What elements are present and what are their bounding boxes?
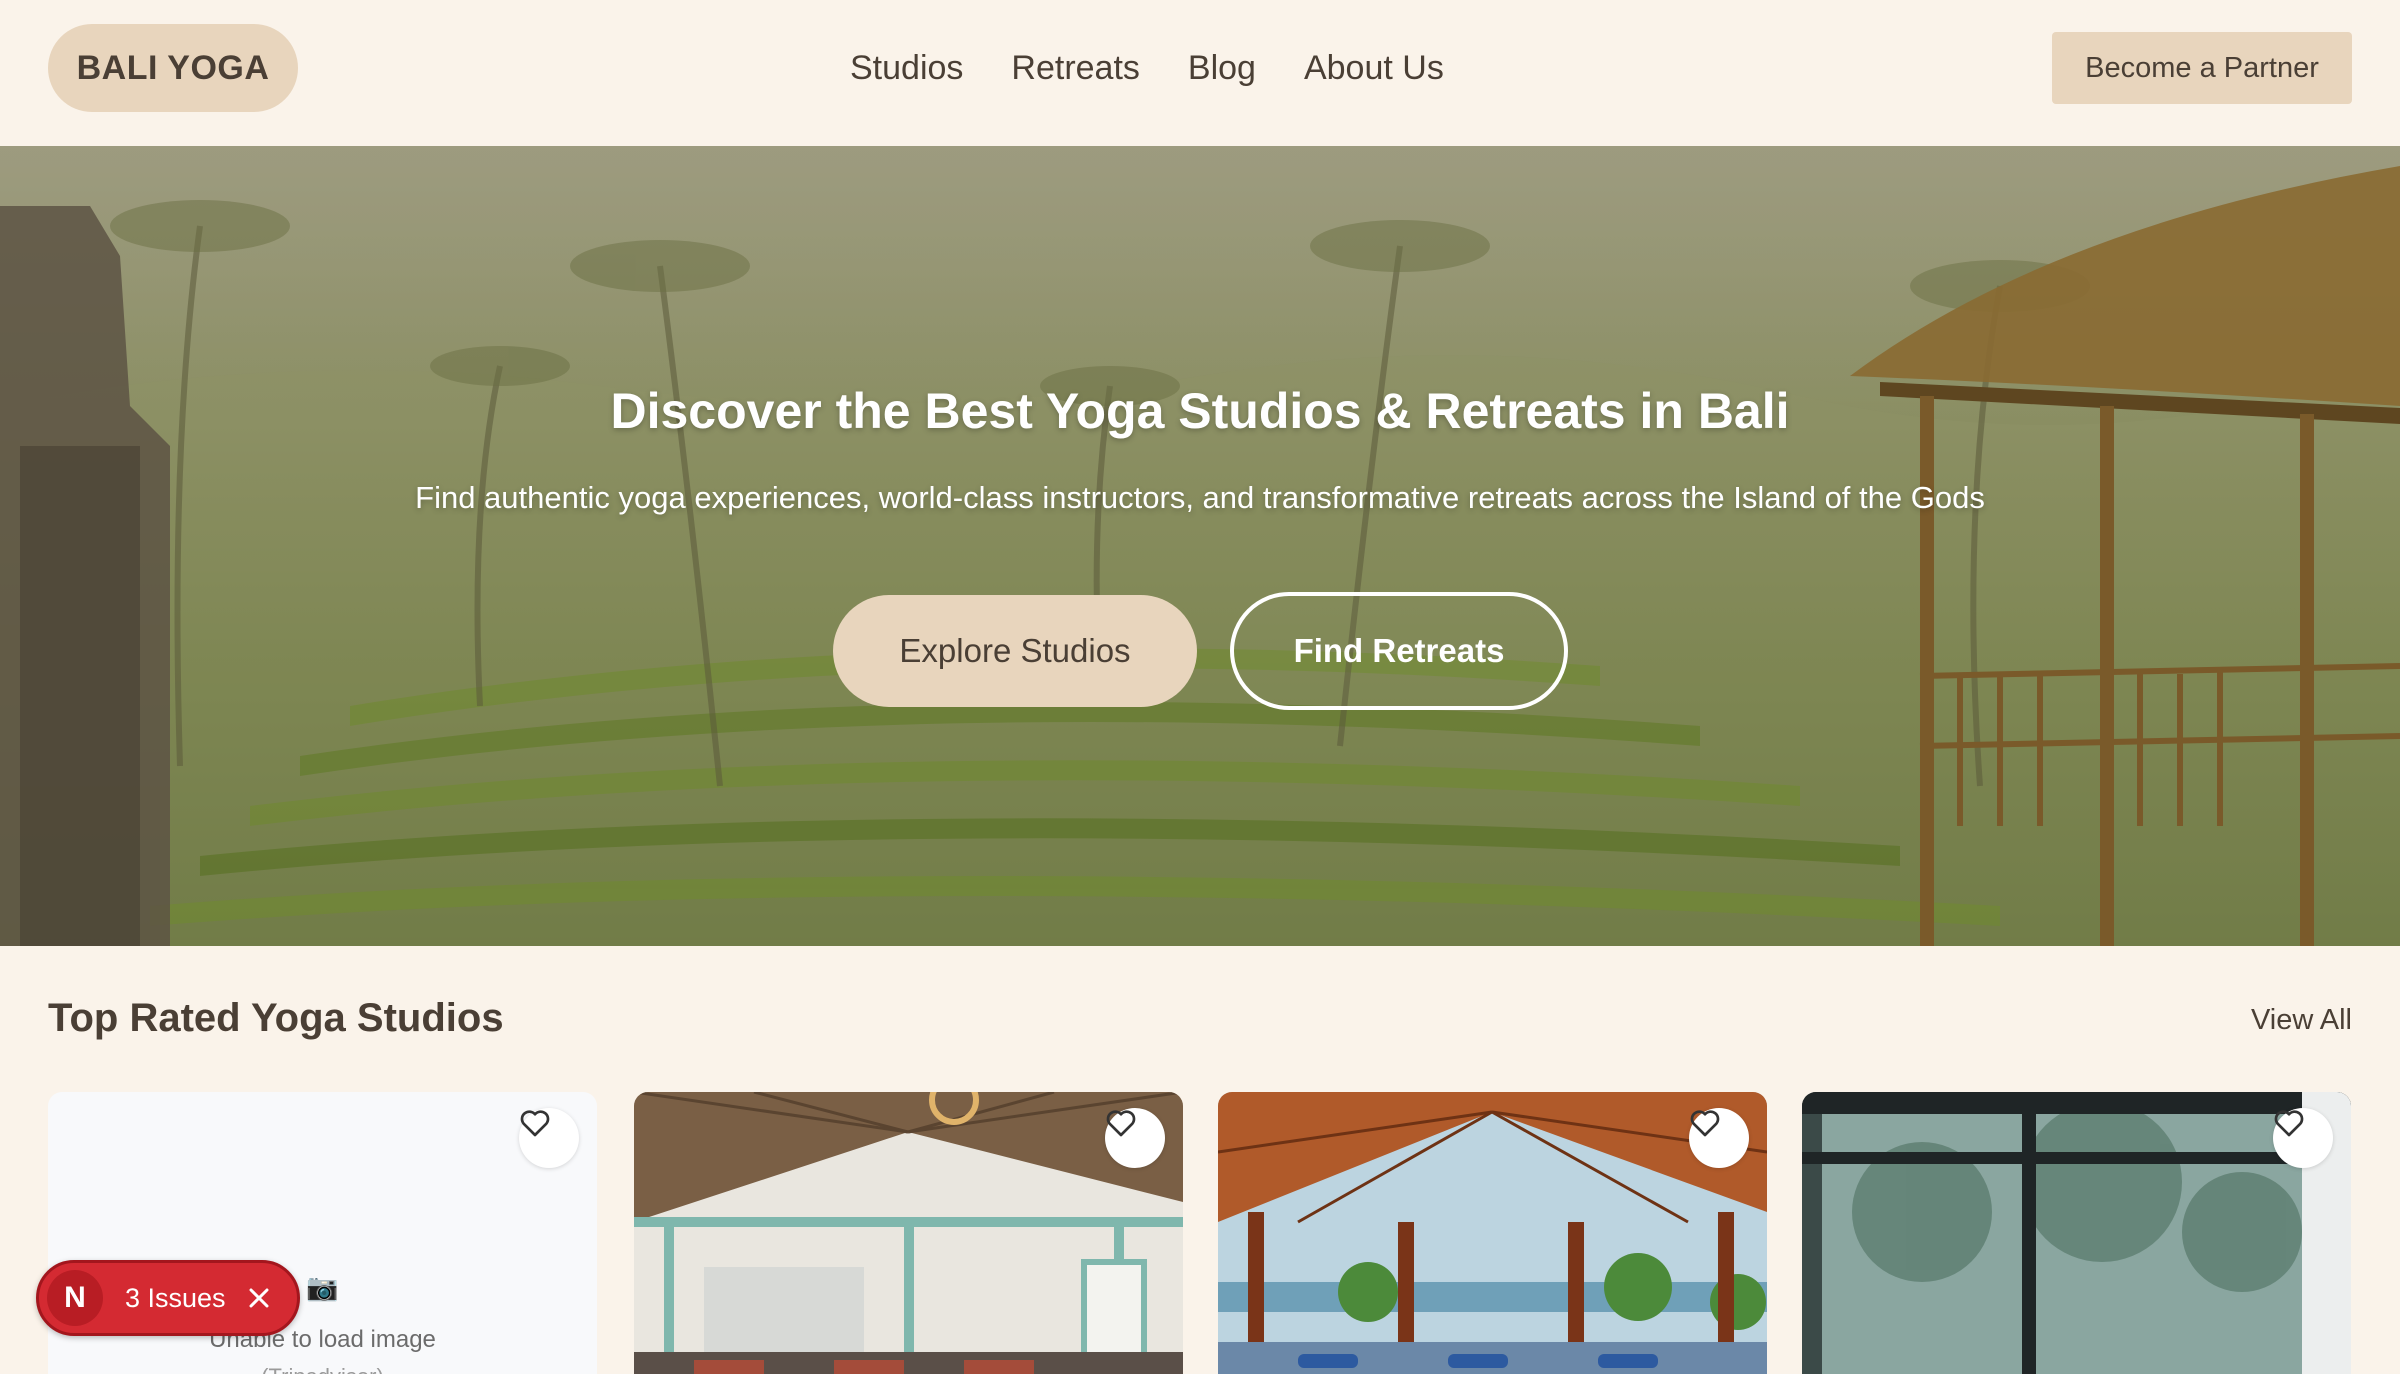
find-retreats-button[interactable]: Find Retreats (1230, 592, 1568, 710)
heart-icon (1690, 1110, 1720, 1137)
favorite-button[interactable] (1689, 1108, 1749, 1168)
hero-title: Discover the Best Yoga Studios & Retreat… (610, 383, 1790, 439)
site-logo[interactable]: BALI YOGA (48, 24, 298, 112)
site-header: BALI YOGA Studios Retreats Blog About Us… (0, 0, 2400, 146)
image-error-subtext: (Tripadvisor) (48, 1364, 597, 1374)
studio-image (1802, 1092, 2351, 1374)
issues-count-label: 3 Issues (125, 1282, 226, 1313)
nav-item-studios[interactable]: Studios (850, 49, 963, 88)
hero-banner: Discover the Best Yoga Studios & Retreat… (0, 146, 2400, 946)
become-partner-button[interactable]: Become a Partner (2052, 32, 2352, 104)
studio-card[interactable] (634, 1092, 1183, 1374)
main-nav: Studios Retreats Blog About Us (850, 40, 1444, 96)
dev-tools-avatar: N (47, 1270, 103, 1326)
nav-item-blog[interactable]: Blog (1188, 49, 1256, 88)
close-icon[interactable] (244, 1283, 274, 1313)
explore-studios-button[interactable]: Explore Studios (833, 595, 1197, 707)
nav-item-about-us[interactable]: About Us (1304, 49, 1444, 88)
hero-subtitle: Find authentic yoga experiences, world-c… (415, 480, 1985, 515)
studio-image (634, 1092, 1183, 1374)
favorite-button[interactable] (2273, 1108, 2333, 1168)
heart-icon (520, 1110, 550, 1137)
studio-card[interactable] (1802, 1092, 2351, 1374)
issues-badge[interactable]: N 3 Issues (36, 1260, 300, 1336)
favorite-button[interactable] (1105, 1108, 1165, 1168)
heart-icon (2274, 1110, 2304, 1137)
favorite-button[interactable] (519, 1108, 579, 1168)
section-title: Top Rated Yoga Studios (48, 996, 504, 1040)
camera-icon: 📷 (306, 1272, 339, 1302)
hero-background-image (0, 166, 2400, 946)
nav-item-retreats[interactable]: Retreats (1011, 49, 1140, 88)
view-all-link[interactable]: View All (2251, 1004, 2352, 1037)
studio-image (1218, 1092, 1767, 1374)
studio-card[interactable] (1218, 1092, 1767, 1374)
heart-icon (1106, 1110, 1136, 1137)
